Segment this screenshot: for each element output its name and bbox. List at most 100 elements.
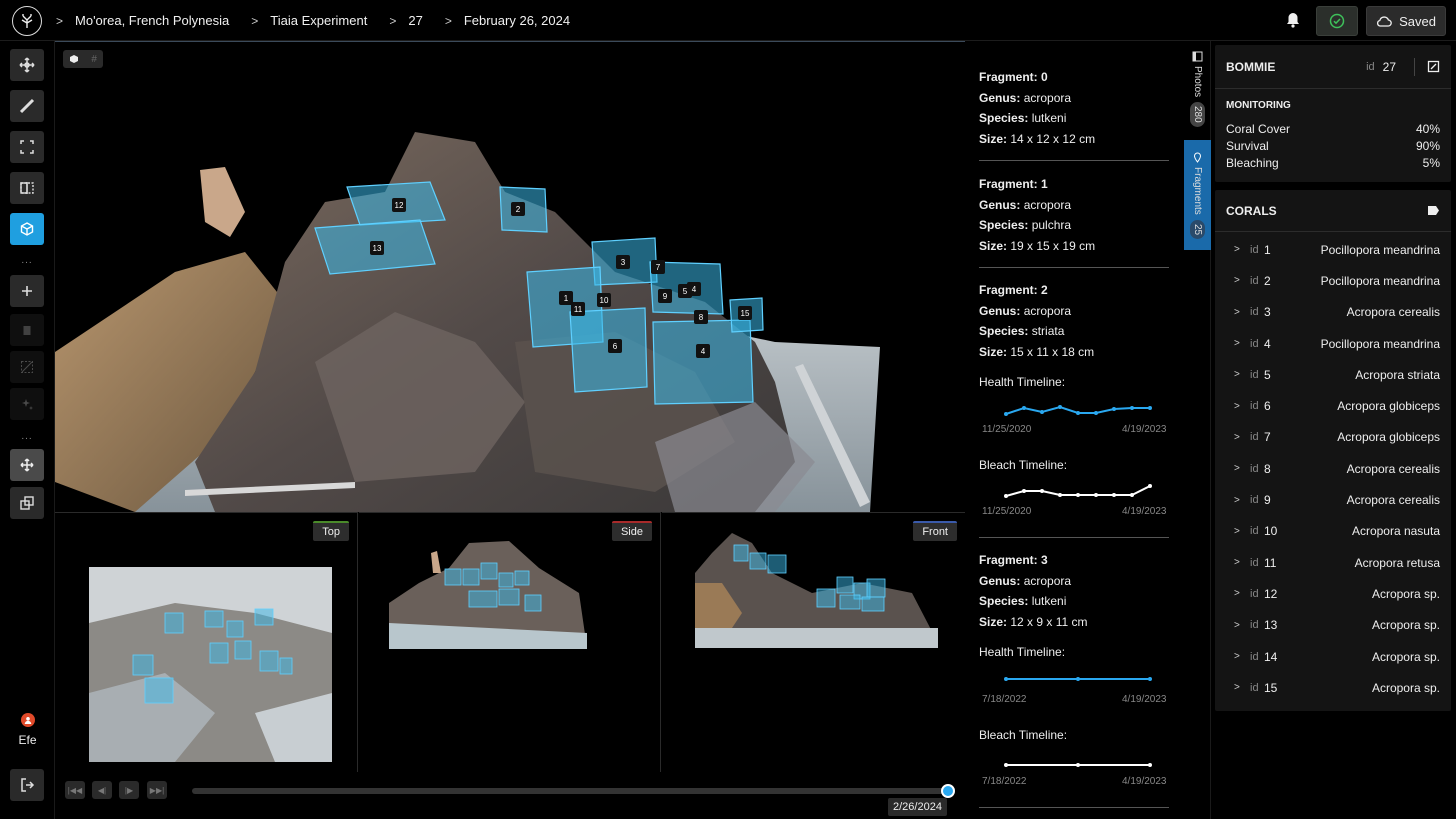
box-tag[interactable]: 10	[597, 293, 611, 307]
list-item[interactable]: > id 1 Pocillopora meandrina	[1215, 234, 1451, 265]
tag-icon[interactable]	[1427, 205, 1440, 216]
breadcrumb-experiment[interactable]: Tiaia Experiment	[270, 13, 367, 28]
list-item[interactable]: > id 3 Acropora cerealis	[1215, 297, 1451, 328]
tab-photos[interactable]: Photos 280	[1184, 51, 1211, 133]
health-timeline-label: Health Timeline:	[979, 375, 1066, 389]
coral-id: 10	[1264, 524, 1278, 539]
chevron-right-icon[interactable]: >	[1234, 432, 1246, 443]
box-tag[interactable]: 6	[608, 339, 622, 353]
deselect-button[interactable]	[10, 351, 44, 383]
list-item[interactable]: > id 13 Acropora sp.	[1215, 610, 1451, 641]
box-tag[interactable]: 13	[370, 241, 384, 255]
box-tag[interactable]: 12	[392, 198, 406, 212]
delete-button[interactable]	[10, 314, 44, 346]
list-item[interactable]: > id 15 Acropora sp.	[1215, 672, 1451, 703]
panel-icon	[1192, 51, 1203, 62]
box-tool-button[interactable]	[10, 213, 44, 245]
chevron-right-icon[interactable]: >	[1234, 620, 1246, 631]
coral-species: Acropora sp.	[1371, 680, 1440, 695]
box-tag[interactable]: 4	[687, 282, 701, 296]
metric-label: Bleaching	[1226, 156, 1279, 170]
divider	[1414, 57, 1415, 76]
bell-icon[interactable]	[1284, 11, 1302, 29]
list-item[interactable]: > id 8 Acropora cerealis	[1215, 453, 1451, 484]
chevron-right-icon[interactable]: >	[1234, 369, 1246, 380]
chevron-right-icon[interactable]: >	[1234, 275, 1246, 286]
box-tag[interactable]: 7	[651, 260, 665, 274]
measure-tool-button[interactable]	[10, 90, 44, 122]
fragment-card[interactable]: Fragment: 0 Genus: acropora Species: lut…	[979, 67, 1169, 149]
box-tag[interactable]: 9	[658, 289, 672, 303]
top-view-panel[interactable]: Top	[55, 512, 358, 772]
chevron-right-icon[interactable]: >	[1234, 244, 1246, 255]
coral-id: 15	[1264, 680, 1278, 695]
coral-logo-icon[interactable]	[12, 6, 42, 36]
move-tool-button[interactable]	[10, 49, 44, 81]
coral-id-label: id	[1250, 681, 1259, 694]
logout-button[interactable]	[10, 769, 44, 801]
user-profile[interactable]: Efe	[0, 713, 55, 747]
edit-icon[interactable]	[1427, 60, 1440, 73]
chevron-right-icon[interactable]: >	[1234, 401, 1246, 412]
compare-tool-button[interactable]	[10, 487, 44, 519]
split-view-button[interactable]	[10, 172, 44, 204]
prev-frame-button[interactable]: ◀|	[92, 781, 112, 799]
species-value: striata	[1031, 324, 1065, 338]
chevron-right-icon[interactable]: >	[1234, 495, 1246, 506]
main-3d-viewport[interactable]: # 12 2 13 3 7 9 5 4 1 11 10 8 15 6 4	[55, 41, 965, 512]
list-item[interactable]: > id 11 Acropora retusa	[1215, 547, 1451, 578]
validate-button[interactable]	[1316, 6, 1358, 36]
box-tag[interactable]: 3	[616, 255, 630, 269]
list-item[interactable]: > id 12 Acropora sp.	[1215, 578, 1451, 609]
list-item[interactable]: > id 7 Acropora globiceps	[1215, 422, 1451, 453]
breadcrumb-bommie[interactable]: 27	[408, 13, 422, 28]
fragment-card[interactable]: Fragment: 2 Genus: acropora Species: str…	[979, 280, 1169, 362]
timeline-slider-track[interactable]	[192, 788, 948, 794]
list-item[interactable]: > id 2 Pocillopora meandrina	[1215, 265, 1451, 296]
saved-label: Saved	[1399, 13, 1436, 29]
list-item[interactable]: > id 9 Acropora cerealis	[1215, 484, 1451, 515]
chevron-right-icon[interactable]: >	[1234, 682, 1246, 693]
list-item[interactable]: > id 10 Acropora nasuta	[1215, 516, 1451, 547]
chevron-right-icon[interactable]: >	[1234, 651, 1246, 662]
front-view-panel[interactable]: Front	[662, 512, 965, 772]
box-tag[interactable]: 11	[571, 302, 585, 316]
list-item[interactable]: > id 4 Pocillopora meandrina	[1215, 328, 1451, 359]
side-view-panel[interactable]: Side	[359, 512, 661, 772]
coral-id: 2	[1264, 273, 1271, 288]
magic-button[interactable]	[10, 388, 44, 420]
next-frame-button[interactable]: |▶	[119, 781, 139, 799]
list-item[interactable]: > id 14 Acropora sp.	[1215, 641, 1451, 672]
box-tag[interactable]: 8	[694, 310, 708, 324]
box-tag[interactable]: 4	[696, 344, 710, 358]
first-frame-button[interactable]: |◀◀	[65, 781, 85, 799]
breadcrumb-date[interactable]: February 26, 2024	[464, 13, 570, 28]
box-tag[interactable]: 15	[738, 306, 752, 320]
bommie-header: BOMMIE id 27	[1215, 45, 1451, 89]
bommie-id-label: id	[1366, 60, 1375, 73]
logout-icon	[21, 778, 35, 792]
add-button[interactable]	[10, 275, 44, 307]
chevron-right-icon[interactable]: >	[1234, 557, 1246, 568]
box-tag[interactable]: 2	[511, 202, 525, 216]
breadcrumb-location[interactable]: Mo'orea, French Polynesia	[75, 13, 229, 28]
chevron-right-icon[interactable]: >	[1234, 338, 1246, 349]
fragment-card[interactable]: Fragment: 1 Genus: acropora Species: pul…	[979, 174, 1169, 256]
chevron-right-icon[interactable]: >	[1234, 307, 1246, 318]
pan-tool-button[interactable]	[10, 449, 44, 481]
chevron-right-icon[interactable]: >	[1234, 526, 1246, 537]
tab-fragments[interactable]: Fragments 25	[1184, 140, 1211, 250]
chevron-right-icon[interactable]: >	[1234, 588, 1246, 599]
list-item[interactable]: > id 5 Acropora striata	[1215, 359, 1451, 390]
last-frame-button[interactable]: ▶▶|	[147, 781, 167, 799]
timeline-slider-handle[interactable]	[941, 784, 955, 798]
fit-view-button[interactable]	[10, 131, 44, 163]
chevron-right-icon[interactable]: >	[1234, 463, 1246, 474]
fragment-card[interactable]: Fragment: 3 Genus: acropora Species: lut…	[979, 550, 1169, 632]
right-panel: BOMMIE id 27 MONITORING Coral Cover 40% S…	[1215, 45, 1451, 712]
coral-species: Acropora sp.	[1371, 586, 1440, 601]
move-icon	[19, 57, 35, 73]
list-item[interactable]: > id 6 Acropora globiceps	[1215, 390, 1451, 421]
saved-button[interactable]: Saved	[1366, 6, 1446, 36]
view-mode-toggle[interactable]: #	[63, 50, 103, 68]
